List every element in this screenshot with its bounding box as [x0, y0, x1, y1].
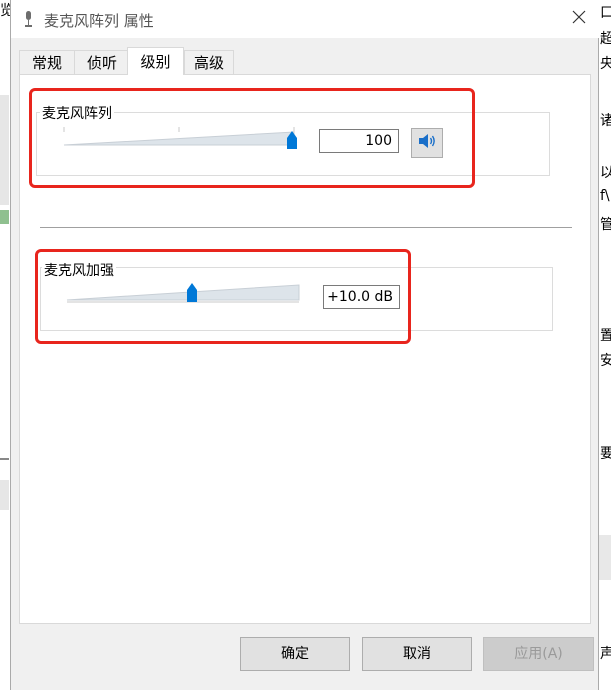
properties-dialog: 麦克风阵列 属性 常规 侦听 级别 高级 麦克风阵列 100 麦克风加强 +10… — [10, 0, 600, 690]
title-bar[interactable]: 麦克风阵列 属性 — [11, 0, 600, 38]
cancel-button[interactable]: 取消 — [362, 637, 472, 671]
separator — [40, 227, 572, 228]
background-window-right: 口 超 央 诸 以 f\ 管 置 安 要 声 — [599, 0, 611, 690]
background-text: 安 — [600, 353, 611, 369]
background-text: 以 — [600, 165, 611, 181]
background-text: 声 — [600, 646, 611, 662]
background-text: 诸 — [600, 113, 611, 129]
highlight-box-mic-array — [29, 88, 475, 188]
background-text: 央 — [600, 56, 611, 72]
background-text: 口 — [600, 5, 611, 21]
close-button[interactable] — [559, 2, 599, 36]
ok-button[interactable]: 确定 — [240, 637, 350, 671]
background-text: 置 — [600, 328, 611, 344]
tab-advanced[interactable]: 高级 — [184, 50, 234, 74]
background-text: 管 — [600, 217, 611, 233]
background-text: f\ — [600, 188, 610, 204]
close-icon — [572, 10, 586, 28]
highlight-box-mic-boost — [35, 249, 411, 344]
background-text: 要 — [600, 446, 611, 462]
tab-general[interactable]: 常规 — [19, 50, 75, 74]
window-title: 麦克风阵列 属性 — [44, 12, 154, 30]
background-text: 览 — [0, 3, 10, 19]
tab-listen[interactable]: 侦听 — [74, 50, 130, 74]
microphone-icon — [25, 11, 32, 27]
background-text: 超 — [600, 31, 611, 47]
tab-levels[interactable]: 级别 — [127, 47, 184, 75]
apply-button[interactable]: 应用(A) — [483, 637, 594, 671]
